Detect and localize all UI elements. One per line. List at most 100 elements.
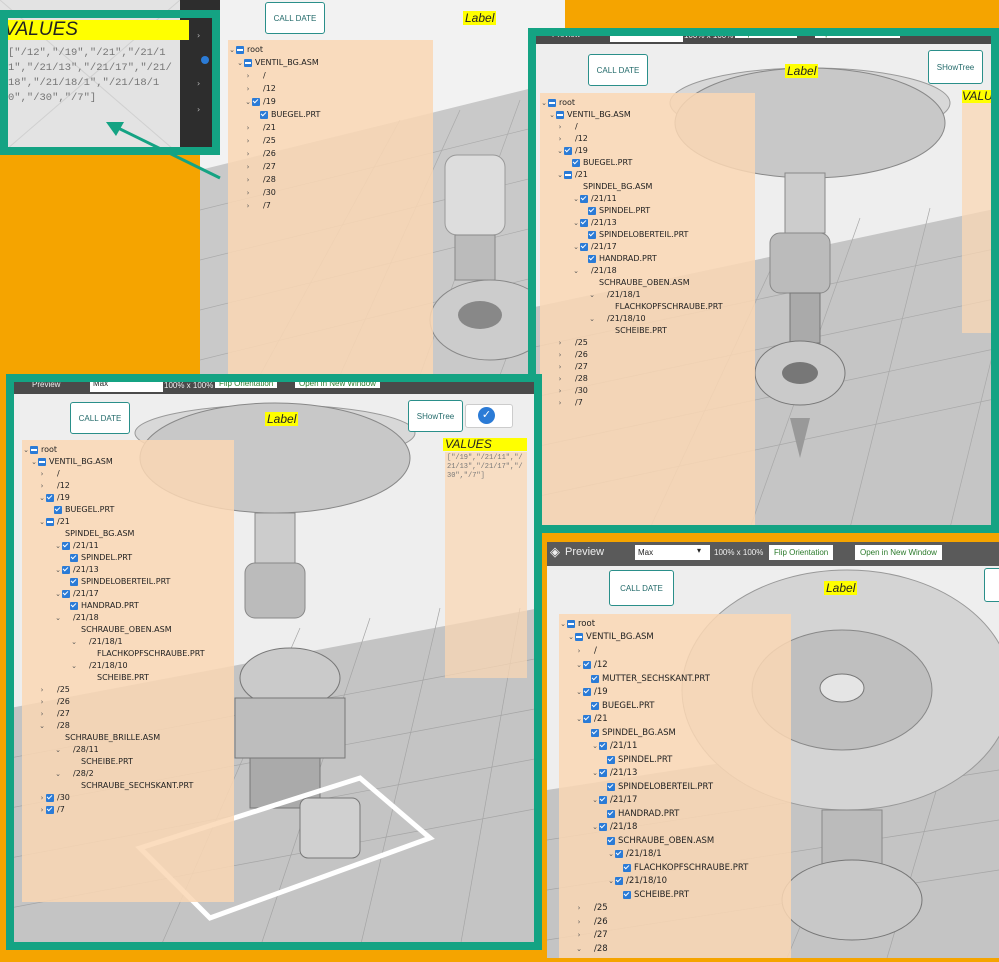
tree-node[interactable]: ›/25 (38, 684, 70, 696)
open-new-window-button[interactable]: Open in New Window (855, 545, 942, 560)
flip-orientation-button[interactable]: Flip Orientation (215, 379, 278, 388)
tree-node[interactable]: ›/28 (556, 373, 588, 385)
tree-node[interactable]: ›/25 (244, 135, 276, 147)
tree-node[interactable]: › / (575, 645, 597, 658)
show-tree-button[interactable]: SHowTree (408, 400, 463, 432)
call-date-button[interactable]: CALL DATE (70, 402, 130, 434)
tree-node[interactable]: FLACHKOPFSCHRAUBE.PRT (623, 862, 748, 875)
tree-node[interactable]: SPINDEL_BG.ASM (583, 181, 652, 193)
tree-node[interactable]: ›/27 (575, 929, 608, 942)
tree-node[interactable]: ›/30 (244, 187, 276, 199)
tree-node-root[interactable]: ⌄ root (540, 97, 575, 109)
tree-node[interactable]: ›/12 (38, 480, 70, 492)
tree-node[interactable]: › / (244, 70, 266, 82)
tree-node[interactable]: ›/27 (556, 361, 588, 373)
tree-node[interactable]: ›/30 (38, 792, 70, 804)
size-select[interactable]: Max (90, 379, 163, 392)
tree-node[interactable]: ⌄/21/17 (591, 794, 637, 807)
tree-node[interactable]: SCHRAUBE_OBEN.ASM (81, 624, 172, 636)
tree-node[interactable]: ⌄/21/13 (572, 217, 617, 229)
tree-node[interactable]: ›/21 (244, 122, 276, 134)
tree-node[interactable]: ⌄/19 (38, 492, 70, 504)
tree-node[interactable]: ⌄/19 (244, 96, 276, 108)
tree-node[interactable]: ›/27 (244, 161, 276, 173)
tree-node[interactable]: SPINDELOBERTEIL.PRT (70, 576, 170, 588)
tree-node[interactable]: SPINDEL.PRT (588, 205, 650, 217)
tree-node[interactable]: HANDRAD.PRT (607, 808, 679, 821)
tree-node[interactable]: ⌄/19 (556, 145, 588, 157)
tree-node[interactable]: ⌄/21/13 (54, 564, 99, 576)
tree-node[interactable]: ⌄/21/13 (591, 767, 637, 780)
tree-node[interactable]: ⌄/21/11 (54, 540, 99, 552)
tree-node[interactable]: ›/7 (38, 804, 65, 816)
tree-node[interactable]: ›/12 (556, 133, 588, 145)
tree-node[interactable]: SCHEIBE.PRT (623, 889, 689, 902)
tree-node[interactable]: HANDRAD.PRT (70, 600, 139, 612)
tree-node[interactable]: ⌄/21 (575, 713, 608, 726)
tree-node[interactable]: BUEGEL.PRT (572, 157, 632, 169)
tree-node[interactable]: BUEGEL.PRT (591, 700, 654, 713)
tree-node[interactable]: ⌄/21/11 (591, 740, 637, 753)
tree-node[interactable]: ›/12 (244, 83, 276, 95)
toggle-switch[interactable]: ✓ (465, 404, 513, 428)
tree-node[interactable]: ›/25 (575, 902, 608, 915)
tree-node[interactable]: ⌄/21/18/1 (607, 848, 662, 861)
tree-node[interactable]: ⌄/21/18/10 (70, 660, 128, 672)
tree-node[interactable]: SPINDEL.PRT (607, 754, 672, 767)
tree-node[interactable]: ⌄/21 (38, 516, 70, 528)
open-new-window-button[interactable]: Open in New Window (295, 379, 380, 388)
tree-node[interactable]: ⌄/21/17 (572, 241, 617, 253)
tree-node[interactable]: › / (556, 121, 578, 133)
tree-node[interactable]: ›/27 (38, 708, 70, 720)
tree-node[interactable]: ⌄/21/18/10 (588, 313, 646, 325)
tree-node[interactable]: SPINDEL.PRT (70, 552, 132, 564)
tree-node[interactable]: ⌄/21/18/1 (588, 289, 640, 301)
tree-node[interactable]: ⌄/21/17 (54, 588, 99, 600)
tree-node[interactable]: SCHRAUBE_OBEN.ASM (599, 277, 690, 289)
open-new-window-button[interactable]: Open in New Window (815, 29, 900, 38)
tree-node[interactable]: ›/26 (575, 916, 608, 929)
tree-node[interactable]: SCHEIBE.PRT (97, 672, 149, 684)
tree-node[interactable]: SPINDELOBERTEIL.PRT (607, 781, 713, 794)
tree-node[interactable]: SPINDEL_BG.ASM (591, 727, 676, 740)
tree-node[interactable]: BUEGEL.PRT (260, 109, 320, 121)
tree-node[interactable]: ⌄/12 (575, 659, 608, 672)
tree-node[interactable]: MUTTER_SECHSKANT.PRT (591, 673, 710, 686)
tree-node[interactable]: ⌄/19 (575, 686, 608, 699)
tree-node[interactable]: ⌄/21 (556, 169, 588, 181)
tree-node-root[interactable]: ⌄ root (228, 44, 263, 56)
tree-node[interactable]: ›/25 (556, 337, 588, 349)
tree-node[interactable]: SCHEIBE.PRT (81, 756, 133, 768)
tree-node[interactable]: FLACHKOPFSCHRAUBE.PRT (97, 648, 205, 660)
tree-node[interactable]: ⌄/21/18/1 (70, 636, 122, 648)
tree-node[interactable]: ›/28 (244, 174, 276, 186)
tree-node[interactable]: › / (38, 468, 60, 480)
tree-node-ventil[interactable]: ⌄ VENTIL_BG.ASM (236, 57, 319, 69)
call-date-button[interactable]: CALL DATE (609, 570, 674, 606)
tree-node[interactable]: ⌄/28 (575, 943, 608, 956)
tree-node[interactable]: FLACHKOPFSCHRAUBE.PRT (615, 301, 723, 313)
tree-node[interactable]: ›/26 (38, 696, 70, 708)
tree-node[interactable]: ⌄ VENTIL_BG.ASM (30, 456, 113, 468)
tree-node[interactable]: SCHRAUBE_SECHSKANT.PRT (81, 780, 193, 792)
tree-node[interactable]: ⌄ VENTIL_BG.ASM (548, 109, 631, 121)
tree-node[interactable]: ›/26 (244, 148, 276, 160)
tree-node[interactable]: ⌄/21/11 (572, 193, 617, 205)
tree-node-root[interactable]: ⌄ root (559, 618, 595, 631)
tree-node[interactable]: SCHRAUBE_OBEN.ASM (607, 835, 714, 848)
tree-node[interactable]: SCHEIBE.PRT (615, 325, 667, 337)
tree-node[interactable]: ⌄/21/18 (591, 821, 637, 834)
tree-node[interactable]: ⌄/21/18 (572, 265, 617, 277)
tree-node[interactable]: ›/7 (244, 200, 271, 212)
show-tree-button[interactable]: SHowTree (928, 50, 983, 84)
show-tree-button[interactable] (984, 568, 999, 602)
tree-node[interactable]: BUEGEL.PRT (54, 504, 114, 516)
tree-node[interactable]: SPINDEL_BG.ASM (65, 528, 134, 540)
tree-node[interactable]: ⌄ VENTIL_BG.ASM (567, 631, 654, 644)
size-select[interactable]: Max (610, 29, 683, 42)
tree-node[interactable]: SCHRAUBE_BRILLE.ASM (65, 732, 160, 744)
flip-orientation-button[interactable]: Flip Orientation (735, 29, 798, 38)
tree-node[interactable]: ›/30 (556, 385, 588, 397)
call-date-button[interactable]: CALL DATE (265, 2, 325, 34)
tree-node[interactable]: ›/7 (556, 397, 583, 409)
